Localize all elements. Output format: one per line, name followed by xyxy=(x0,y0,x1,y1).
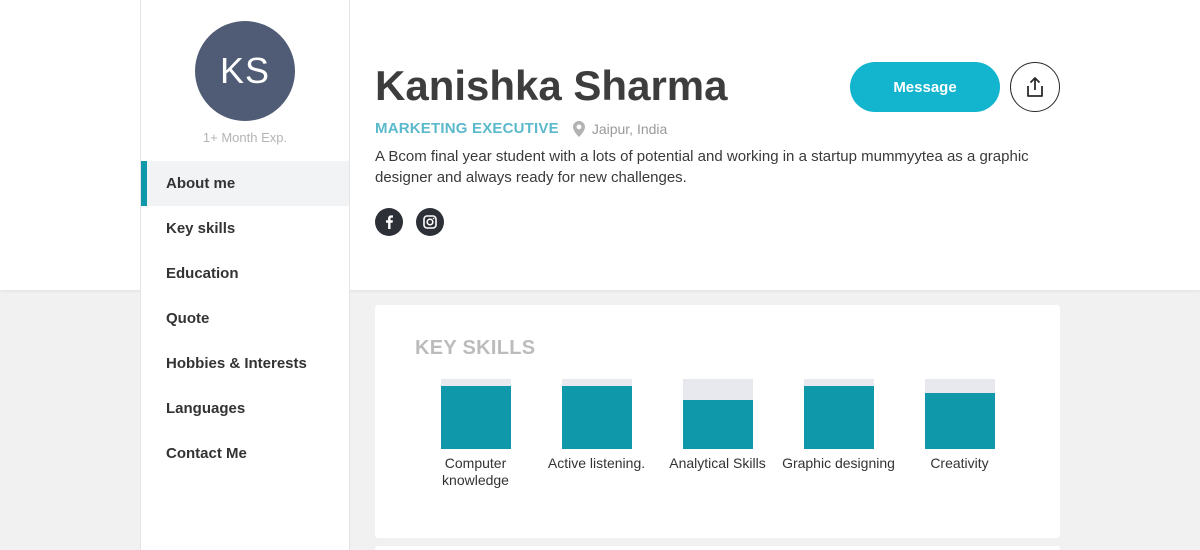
skill-bar xyxy=(561,379,632,449)
sidebar-item-education[interactable]: Education xyxy=(141,251,349,296)
skill-item: Active listening. xyxy=(536,379,657,472)
skill-item: Graphic designing xyxy=(778,379,899,472)
avatar: KS xyxy=(195,21,295,121)
social-links xyxy=(375,208,444,236)
profile-name: Kanishka Sharma xyxy=(375,62,728,109)
profile-bio: A Bcom final year student with a lots of… xyxy=(375,148,1029,186)
skill-label: Creativity xyxy=(930,455,989,471)
skill-bar xyxy=(924,379,995,449)
location: Jaipur, India xyxy=(591,120,668,137)
skill-fill xyxy=(803,386,874,449)
message-button[interactable]: Message xyxy=(850,62,1000,112)
instagram-icon[interactable] xyxy=(416,208,444,236)
sidebar-item-quote[interactable]: Quote xyxy=(141,296,349,341)
skill-label: Computer knowledge xyxy=(442,455,509,488)
sidebar-item-hobbies-interests[interactable]: Hobbies & Interests xyxy=(141,341,349,386)
sidebar-nav: About me Key skills Education Quote Hobb… xyxy=(141,161,349,476)
key-skills-card: KEY SKILLS Computer knowledge Active lis… xyxy=(375,305,1060,538)
skill-bar xyxy=(440,379,511,449)
key-skills-heading: KEY SKILLS xyxy=(415,337,536,359)
skill-fill xyxy=(440,386,511,449)
next-section-card xyxy=(375,546,1060,550)
experience-label: 1+ Month Exp. xyxy=(202,130,288,145)
skill-fill xyxy=(924,393,995,449)
skill-bar xyxy=(803,379,874,449)
skill-bar xyxy=(682,379,753,449)
sidebar-item-about-me[interactable]: About me xyxy=(141,161,349,206)
skill-item: Computer knowledge xyxy=(415,379,536,489)
skill-label: Analytical Skills xyxy=(669,455,766,471)
skill-label: Graphic designing xyxy=(782,455,895,471)
profile-meta: MARKETING EXECUTIVE Jaipur, India xyxy=(375,120,667,137)
skill-label: Active listening. xyxy=(547,455,646,471)
job-title: MARKETING EXECUTIVE xyxy=(375,120,559,137)
skill-fill xyxy=(682,400,753,449)
sidebar: KS 1+ Month Exp. About me Key skills Edu… xyxy=(140,0,350,550)
skill-item: Creativity xyxy=(899,379,1020,472)
skill-fill xyxy=(561,386,632,449)
sidebar-item-key-skills[interactable]: Key skills xyxy=(141,206,349,251)
location-pin-icon xyxy=(572,120,585,137)
sidebar-item-contact-me[interactable]: Contact Me xyxy=(141,431,349,476)
share-icon xyxy=(1027,77,1043,97)
share-button[interactable] xyxy=(1010,62,1060,112)
facebook-icon[interactable] xyxy=(375,208,403,236)
sidebar-item-languages[interactable]: Languages xyxy=(141,386,349,431)
skill-item: Analytical Skills xyxy=(657,379,778,472)
